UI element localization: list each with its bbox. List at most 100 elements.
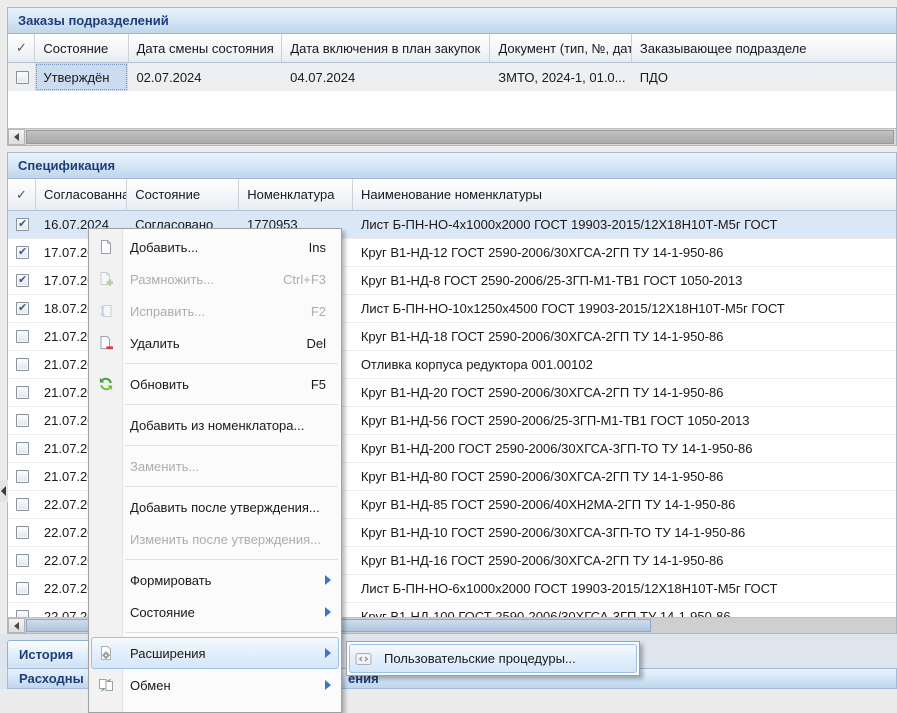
menu-separator bbox=[125, 632, 338, 633]
menu-item-удалить[interactable]: УдалитьDel bbox=[91, 327, 339, 359]
menu-item-изменить-после-утверждения[interactable]: Изменить после утверждения... bbox=[91, 523, 339, 555]
menu-item-заменить[interactable]: Заменить... bbox=[91, 450, 339, 482]
menu-item-label: Формировать bbox=[130, 573, 326, 588]
table-cell: Круг В1-НД-85 ГОСТ 2590-2006/40ХН2МА-2ГП… bbox=[353, 491, 896, 519]
table-cell: 04.07.2024 bbox=[282, 63, 490, 91]
menu-item-формировать[interactable]: Формировать bbox=[91, 564, 339, 596]
menu-separator bbox=[125, 404, 338, 405]
menu-item-расширения[interactable]: Расширения bbox=[91, 637, 339, 669]
orders-column-headers: ✓СостояниеДата смены состоянияДата включ… bbox=[8, 34, 896, 63]
menu-item-label: Добавить... bbox=[130, 240, 301, 255]
column-header[interactable]: Номенклатура bbox=[239, 179, 353, 210]
menu-item-обновить[interactable]: ОбновитьF5 bbox=[91, 368, 339, 400]
orders-horizontal-scrollbar[interactable] bbox=[8, 128, 896, 145]
table-cell: Круг В1-НД-80 ГОСТ 2590-2006/30ХГСА-2ГП … bbox=[353, 463, 896, 491]
tab-history-label: История bbox=[19, 647, 73, 662]
menu-item-обмен[interactable]: Обмен bbox=[91, 669, 339, 701]
table-cell: 02.07.2024 bbox=[128, 63, 282, 91]
column-header[interactable]: Документ (тип, №, дат bbox=[490, 34, 631, 62]
row-checkbox[interactable] bbox=[16, 526, 29, 539]
duplicate-doc-icon bbox=[98, 271, 114, 287]
orders-panel-title: Заказы подразделений bbox=[8, 8, 896, 34]
table-cell: Круг В1-НД-56 ГОСТ 2590-2006/25-3ГП-М1-Т… bbox=[353, 407, 896, 435]
orders-panel: Заказы подразделений ✓СостояниеДата смен… bbox=[7, 7, 897, 146]
column-header[interactable]: Согласованна bbox=[36, 179, 127, 210]
menu-item-состояние[interactable]: Состояние bbox=[91, 596, 339, 628]
checkbox-cell bbox=[8, 295, 36, 323]
table-cell: ПДО bbox=[632, 63, 896, 91]
menu-item-добавить-из-номенклатора[interactable]: Добавить из номенклатора... bbox=[91, 409, 339, 441]
checkbox-cell bbox=[8, 603, 36, 618]
context-menu: Добавить... Ins Размножить...Ctrl+F3Исправ… bbox=[88, 228, 342, 713]
table-cell: Лист Б-ПН-НО-4х1000х2000 ГОСТ 19903-2015… bbox=[353, 211, 896, 239]
scrollbar-thumb[interactable] bbox=[26, 130, 894, 144]
edit-doc-icon bbox=[98, 303, 114, 319]
menu-item-добавить-после-утверждения[interactable]: Добавить после утверждения... bbox=[91, 491, 339, 523]
table-cell: Круг В1-НД-200 ГОСТ 2590-2006/30ХГСА-3ГП… bbox=[353, 435, 896, 463]
row-checkbox[interactable] bbox=[16, 358, 29, 371]
column-header[interactable]: Заказывающее подразделе bbox=[632, 34, 896, 62]
refresh-icon bbox=[98, 376, 114, 392]
checkbox-cell bbox=[8, 463, 36, 491]
table-cell: Отливка корпуса редуктора 001.00102 bbox=[353, 351, 896, 379]
checkbox-cell bbox=[8, 239, 36, 267]
row-checkbox[interactable] bbox=[16, 582, 29, 595]
scroll-left-button[interactable] bbox=[8, 618, 25, 633]
menu-item-label: Размножить... bbox=[130, 272, 275, 287]
menu-separator bbox=[125, 363, 338, 364]
row-checkbox[interactable] bbox=[16, 218, 29, 231]
row-checkbox[interactable] bbox=[16, 386, 29, 399]
column-header[interactable]: Состояние bbox=[35, 34, 128, 62]
expenses-panel-title-fragment: Расходны bbox=[19, 671, 84, 686]
row-checkbox[interactable] bbox=[16, 71, 29, 84]
checkbox-cell bbox=[8, 407, 36, 435]
menu-item-размножить[interactable]: Размножить...Ctrl+F3 bbox=[91, 263, 339, 295]
row-checkbox[interactable] bbox=[16, 442, 29, 455]
checkbox-cell bbox=[8, 547, 36, 575]
table-cell: Круг В1-НД-100 ГОСТ 2590-2006/30ХГСА-3ГП… bbox=[353, 603, 896, 618]
column-header[interactable]: Наименование номенклатуры bbox=[353, 179, 896, 210]
row-checkbox[interactable] bbox=[16, 302, 29, 315]
checkbox-cell bbox=[8, 351, 36, 379]
select-all-column-header[interactable]: ✓ bbox=[8, 179, 36, 210]
menu-item-исправить[interactable]: Исправить...F2 bbox=[91, 295, 339, 327]
column-header[interactable]: Состояние bbox=[127, 179, 239, 210]
row-checkbox[interactable] bbox=[16, 498, 29, 511]
delete-doc-icon bbox=[98, 335, 114, 351]
checkbox-cell bbox=[8, 575, 36, 603]
checkbox-cell bbox=[8, 519, 36, 547]
menu-separator bbox=[125, 559, 338, 560]
table-cell: Лист Б-ПН-НО-10х1250х4500 ГОСТ 19903-201… bbox=[353, 295, 896, 323]
table-cell: Лист Б-ПН-НО-6х1000х2000 ГОСТ 19903-2015… bbox=[353, 575, 896, 603]
table-cell: Круг В1-НД-16 ГОСТ 2590-2006/30ХГСА-2ГП … bbox=[353, 547, 896, 575]
row-checkbox[interactable] bbox=[16, 246, 29, 259]
row-checkbox[interactable] bbox=[16, 274, 29, 287]
menu-item-label: Обновить bbox=[130, 377, 303, 392]
orders-panel-title-text: Заказы подразделений bbox=[18, 13, 169, 28]
checkbox-cell bbox=[8, 435, 36, 463]
scroll-left-button[interactable] bbox=[8, 129, 25, 145]
row-checkbox[interactable] bbox=[16, 414, 29, 427]
user-procedures-icon bbox=[355, 651, 372, 667]
menu-item-label: Изменить после утверждения... bbox=[130, 532, 326, 547]
exchange-icon bbox=[98, 677, 114, 693]
menu-item-shortcut: Ins bbox=[309, 240, 326, 255]
table-cell: Утверждён bbox=[35, 63, 128, 91]
column-header[interactable]: Дата включения в план закупок bbox=[282, 34, 490, 62]
menu-item-shortcut: F2 bbox=[311, 304, 326, 319]
orders-table-row[interactable]: Утверждён02.07.202404.07.2024ЗМТО, 2024-… bbox=[8, 63, 896, 91]
column-header[interactable]: Дата смены состояния bbox=[129, 34, 283, 62]
row-checkbox[interactable] bbox=[16, 330, 29, 343]
submenu-arrow-icon bbox=[325, 648, 331, 658]
checkbox-cell bbox=[8, 491, 36, 519]
submenu-arrow-icon bbox=[325, 575, 331, 585]
select-all-column-header[interactable]: ✓ bbox=[8, 34, 35, 62]
row-checkbox[interactable] bbox=[16, 470, 29, 483]
submenu-item-user-procedures[interactable]: Пользовательские процедуры... bbox=[349, 644, 637, 673]
tab-history[interactable]: История bbox=[7, 640, 95, 668]
splitter-collapse-arrow[interactable] bbox=[0, 480, 8, 502]
extensions-submenu: Пользовательские процедуры... bbox=[346, 641, 640, 676]
row-checkbox[interactable] bbox=[16, 554, 29, 567]
menu-item-добавить[interactable]: Добавить... Ins bbox=[91, 231, 339, 263]
menu-item-label: Добавить из номенклатора... bbox=[130, 418, 326, 433]
